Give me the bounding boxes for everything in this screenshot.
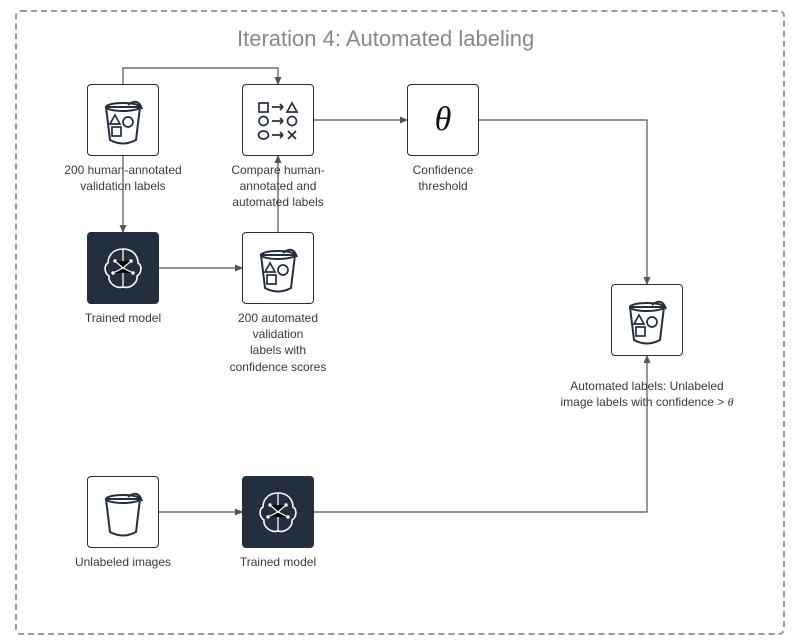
node-trained-model-2 (242, 476, 314, 548)
label-unlabeled: Unlabeled images (73, 554, 173, 570)
label-auto-labels-out: Automated labels: Unlabeledimage labels … (552, 362, 742, 411)
node-auto-val-labels (242, 232, 314, 304)
label-auto-val-labels: 200 automated validation labels with con… (226, 310, 330, 375)
node-human-labels (87, 84, 159, 156)
node-auto-labels-out (611, 284, 683, 356)
node-unlabeled (87, 476, 159, 548)
node-compare (242, 84, 314, 156)
model-brain-icon (253, 487, 303, 537)
label-compare: Compare human- annotated and automated l… (224, 162, 332, 211)
bucket-shapes-icon (98, 95, 148, 145)
label-auto-labels-out-text: Automated labels: Unlabeledimage labels … (560, 379, 733, 409)
label-trained-model-2: Trained model (238, 554, 318, 570)
bucket-shapes-icon (253, 243, 303, 293)
model-brain-icon (98, 243, 148, 293)
compare-mapping-icon (253, 95, 303, 145)
bucket-icon (98, 487, 148, 537)
diagram-title: Iteration 4: Automated labeling (237, 26, 534, 52)
label-human-labels: 200 human-annotated validation labels (62, 162, 184, 194)
label-trained-model-1: Trained model (83, 310, 163, 326)
theta-symbol: θ (435, 101, 452, 139)
label-threshold: Confidence threshold (403, 162, 483, 194)
node-threshold: θ (407, 84, 479, 156)
diagram-frame: Iteration 4: Automated labeling (15, 10, 785, 635)
node-trained-model-1 (87, 232, 159, 304)
bucket-shapes-icon (622, 295, 672, 345)
